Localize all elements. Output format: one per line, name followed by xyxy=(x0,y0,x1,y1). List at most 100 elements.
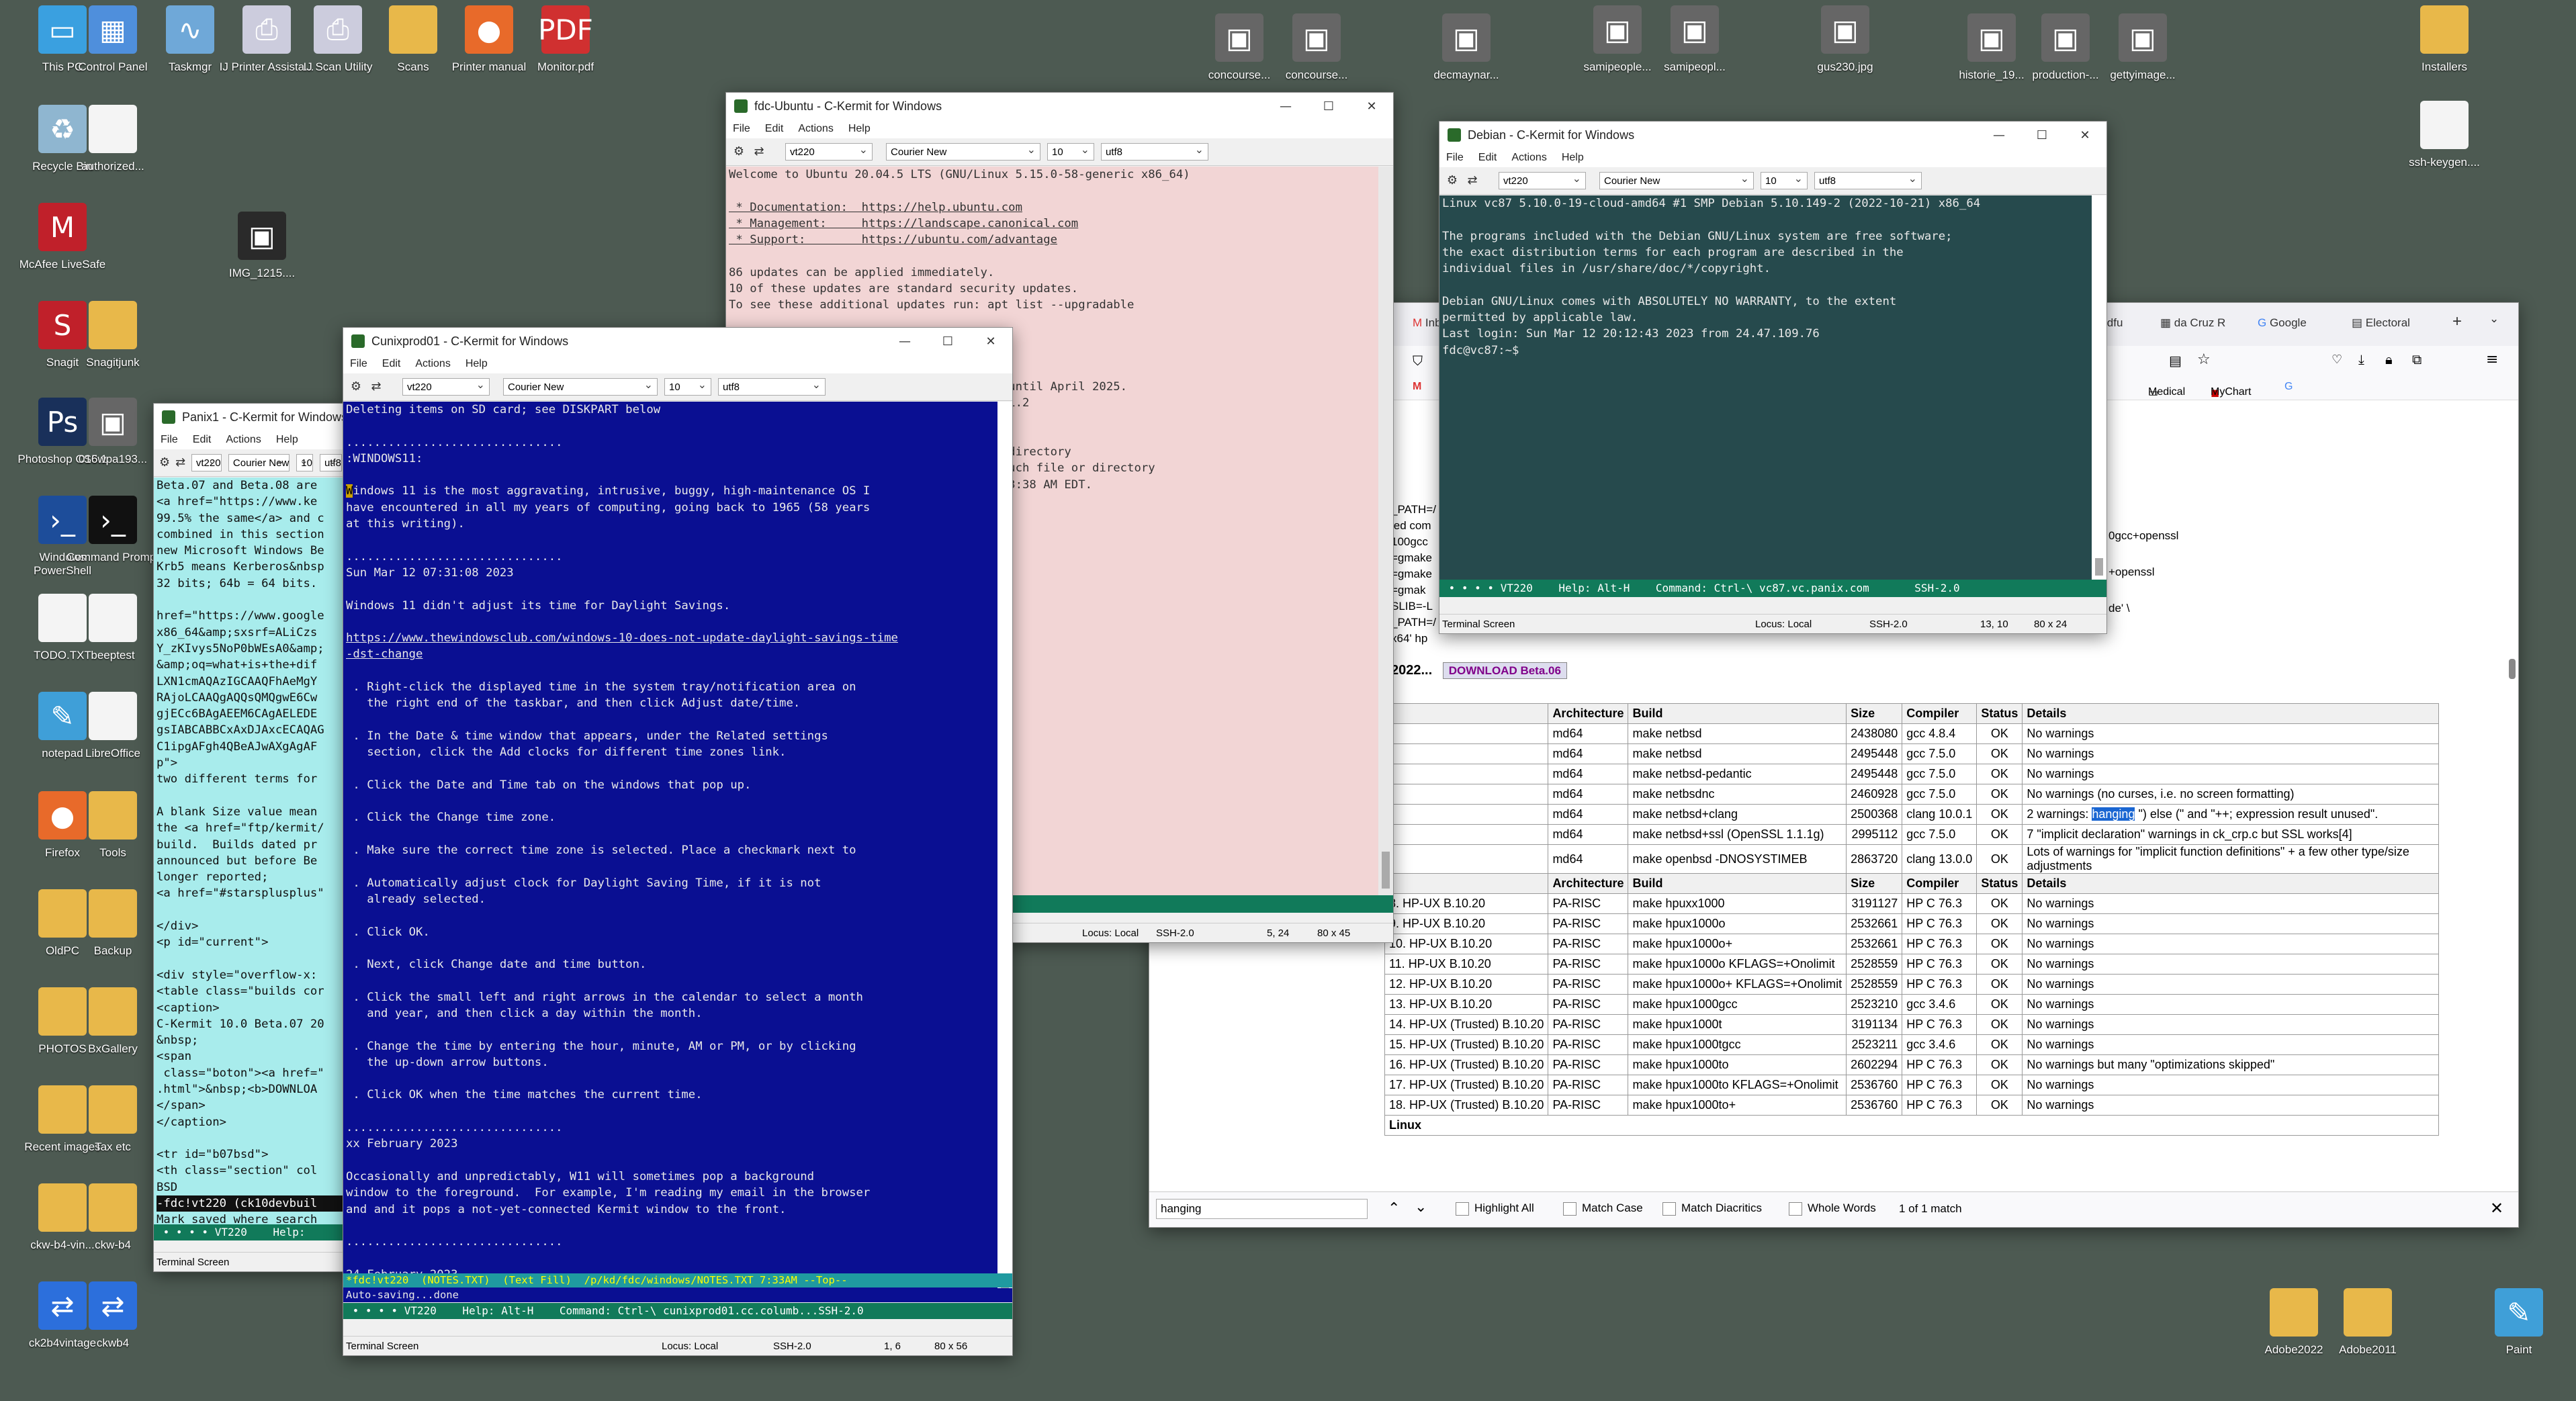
terminal-screen[interactable]: Linux vc87 5.10.0-19-cloud-amd64 #1 SMP … xyxy=(1439,195,2092,580)
connect-icon[interactable]: ⇄ xyxy=(175,455,185,470)
close-icon[interactable]: ✕ xyxy=(2063,122,2106,148)
reader-icon[interactable]: ▤ xyxy=(2169,353,2182,369)
settings-icon[interactable]: ⚙ xyxy=(1445,173,1460,188)
terminal-screen[interactable]: Beta.07 and Beta.08 are <a href="https://… xyxy=(154,478,349,1224)
menu-item[interactable]: Actions xyxy=(226,434,261,446)
desktop-icon[interactable]: ckw-b4 xyxy=(62,1183,163,1284)
close-icon[interactable]: ✕ xyxy=(2490,1199,2503,1218)
desktop-icon[interactable]: Tools xyxy=(62,791,163,892)
kermit-debian-window[interactable]: Debian - C-Kermit for Windows — ☐ ✕ File Ed… xyxy=(1439,121,2107,634)
download-icon[interactable]: ⤓ xyxy=(2358,351,2364,367)
scrollbar[interactable] xyxy=(2092,195,2106,580)
download-beta06-button[interactable]: DOWNLOAD Beta.06 xyxy=(1442,662,1567,679)
font-size-select[interactable]: 10 xyxy=(1047,141,1094,161)
bookmark-star-icon[interactable]: ☆ xyxy=(2197,351,2211,368)
browser-tab[interactable]: ldfu xyxy=(2104,316,2123,330)
maximize-icon[interactable]: ☐ xyxy=(1307,93,1350,120)
maximize-icon[interactable]: ☐ xyxy=(2020,122,2063,148)
font-select[interactable]: Courier New xyxy=(886,141,1040,161)
extensions-icon[interactable]: ⧉ xyxy=(2412,351,2422,367)
kermit-panix-window[interactable]: Panix1 - C-Kermit for Windows File Edit Ac… xyxy=(153,403,349,1272)
connect-icon[interactable]: ⇄ xyxy=(752,144,766,159)
menu-item[interactable]: File xyxy=(161,434,178,446)
menu-item[interactable]: File xyxy=(350,358,367,370)
match-diacritics-checkbox[interactable]: Match Diacritics xyxy=(1662,1202,1762,1216)
menu-item[interactable]: Edit xyxy=(1478,152,1497,164)
terminal-screen[interactable]: Deleting items on SD card; see DISKPART … xyxy=(343,402,997,1302)
desktop-icon[interactable]: beeptest xyxy=(62,594,163,694)
desktop-icon[interactable]: Tax etc xyxy=(62,1085,163,1186)
lock-icon[interactable]: 🔒︎ xyxy=(2385,351,2393,367)
shield-icon[interactable]: ⛉ xyxy=(1413,353,1423,369)
desktop-icon[interactable]: authorized... xyxy=(62,105,163,206)
browser-tab[interactable]: ▤ Electoral xyxy=(2352,316,2410,330)
font-select[interactable]: Courier New xyxy=(503,376,658,396)
menu-item[interactable]: Help xyxy=(465,358,488,370)
desktop-icon[interactable]: M McAfee LiveSafe xyxy=(12,203,113,304)
menu-item[interactable]: Edit xyxy=(193,434,212,446)
pocket-icon[interactable]: ♡ xyxy=(2331,353,2342,367)
menu-item[interactable]: Actions xyxy=(415,358,450,370)
font-size-select[interactable]: 10 xyxy=(664,376,711,396)
desktop-icon[interactable]: ssh-keygen.... xyxy=(2394,101,2495,201)
menu-item[interactable]: Actions xyxy=(798,123,833,135)
desktop-icon[interactable]: BxGallery xyxy=(62,987,163,1088)
find-previous-icon[interactable]: ⌃ xyxy=(1388,1200,1400,1217)
menu-item[interactable]: File xyxy=(733,123,750,135)
highlight-all-checkbox[interactable]: Highlight All xyxy=(1456,1202,1534,1216)
desktop-icon[interactable]: ⇄ ckwb4 xyxy=(62,1281,163,1382)
menu-item[interactable]: Edit xyxy=(382,358,401,370)
connect-icon[interactable]: ⇄ xyxy=(369,379,384,394)
new-tab-button[interactable]: + xyxy=(2452,312,2462,331)
kermit-cunixprod-window[interactable]: Cunixprod01 - C-Kermit for Windows — ☐ ✕ F… xyxy=(343,327,1013,1356)
match-case-checkbox[interactable]: Match Case xyxy=(1563,1202,1643,1216)
desktop-icon[interactable]: ▣ gettyimage... xyxy=(2092,13,2193,114)
desktop-icon[interactable]: ▣ IMG_1215.... xyxy=(212,212,312,312)
menu-item[interactable]: Help xyxy=(848,123,871,135)
whole-words-checkbox[interactable]: Whole Words xyxy=(1789,1202,1876,1216)
scrollbar[interactable] xyxy=(997,402,1012,1302)
maximize-icon[interactable]: ☐ xyxy=(926,328,969,355)
desktop-icon[interactable]: ▣ decmaynar... xyxy=(1416,13,1517,114)
desktop-icon[interactable]: ▣ 016wpa193... xyxy=(62,398,163,498)
charset-select[interactable]: utf8 xyxy=(718,376,826,396)
desktop-icon[interactable]: ✎ Paint xyxy=(2469,1288,2569,1389)
list-tabs-icon[interactable]: ⌄ xyxy=(2489,312,2499,326)
settings-icon[interactable]: ⚙ xyxy=(349,379,363,394)
desktop-icon[interactable]: Snagitjunk xyxy=(62,301,163,402)
terminal-type-select[interactable]: vt220 xyxy=(402,376,490,396)
close-icon[interactable]: ✕ xyxy=(969,328,1012,355)
browser-tab[interactable]: G Google xyxy=(2258,316,2307,330)
menu-item[interactable]: File xyxy=(1446,152,1464,164)
find-next-icon[interactable]: ⌄ xyxy=(1415,1199,1427,1216)
browser-tab[interactable]: ▦ da Cruz R xyxy=(2160,316,2225,330)
desktop-icon[interactable]: Installers xyxy=(2394,5,2495,106)
menu-item[interactable]: Actions xyxy=(1511,152,1546,164)
minimize-icon[interactable]: — xyxy=(1264,93,1307,120)
scrollbar[interactable] xyxy=(1378,167,1393,895)
minimize-icon[interactable]: — xyxy=(883,328,926,355)
desktop-icon[interactable]: ▣ gus230.jpg xyxy=(1795,5,1896,106)
terminal-type-select[interactable]: vt220 xyxy=(1499,170,1586,189)
terminal-type-select[interactable]: vt220 xyxy=(191,452,222,471)
menu-item[interactable]: Help xyxy=(276,434,298,446)
font-size-select[interactable]: 10 xyxy=(296,452,313,471)
close-icon[interactable]: ✕ xyxy=(1350,93,1393,120)
settings-icon[interactable]: ⚙ xyxy=(159,455,170,470)
charset-select[interactable]: utf8 xyxy=(1814,170,1922,189)
minimize-icon[interactable]: — xyxy=(1978,122,2020,148)
charset-select[interactable]: utf8 xyxy=(319,452,342,471)
desktop-icon[interactable]: PDF Monitor.pdf xyxy=(515,5,616,106)
desktop-icon[interactable]: LibreOffice xyxy=(62,692,163,793)
charset-select[interactable]: utf8 xyxy=(1101,141,1208,161)
find-input[interactable] xyxy=(1156,1199,1368,1219)
terminal-type-select[interactable]: vt220 xyxy=(785,141,873,161)
desktop-icon[interactable]: Backup xyxy=(62,889,163,990)
desktop-icon[interactable]: ▣ samipeopl... xyxy=(1644,5,1745,106)
menu-item[interactable]: Edit xyxy=(765,123,784,135)
font-select[interactable]: Courier New xyxy=(1599,170,1754,189)
font-size-select[interactable]: 10 xyxy=(1761,170,1808,189)
connect-icon[interactable]: ⇄ xyxy=(1465,173,1480,188)
desktop-icon[interactable]: ›_ Command Prompt xyxy=(62,496,163,596)
menu-icon[interactable]: ≡ xyxy=(2486,351,2498,368)
